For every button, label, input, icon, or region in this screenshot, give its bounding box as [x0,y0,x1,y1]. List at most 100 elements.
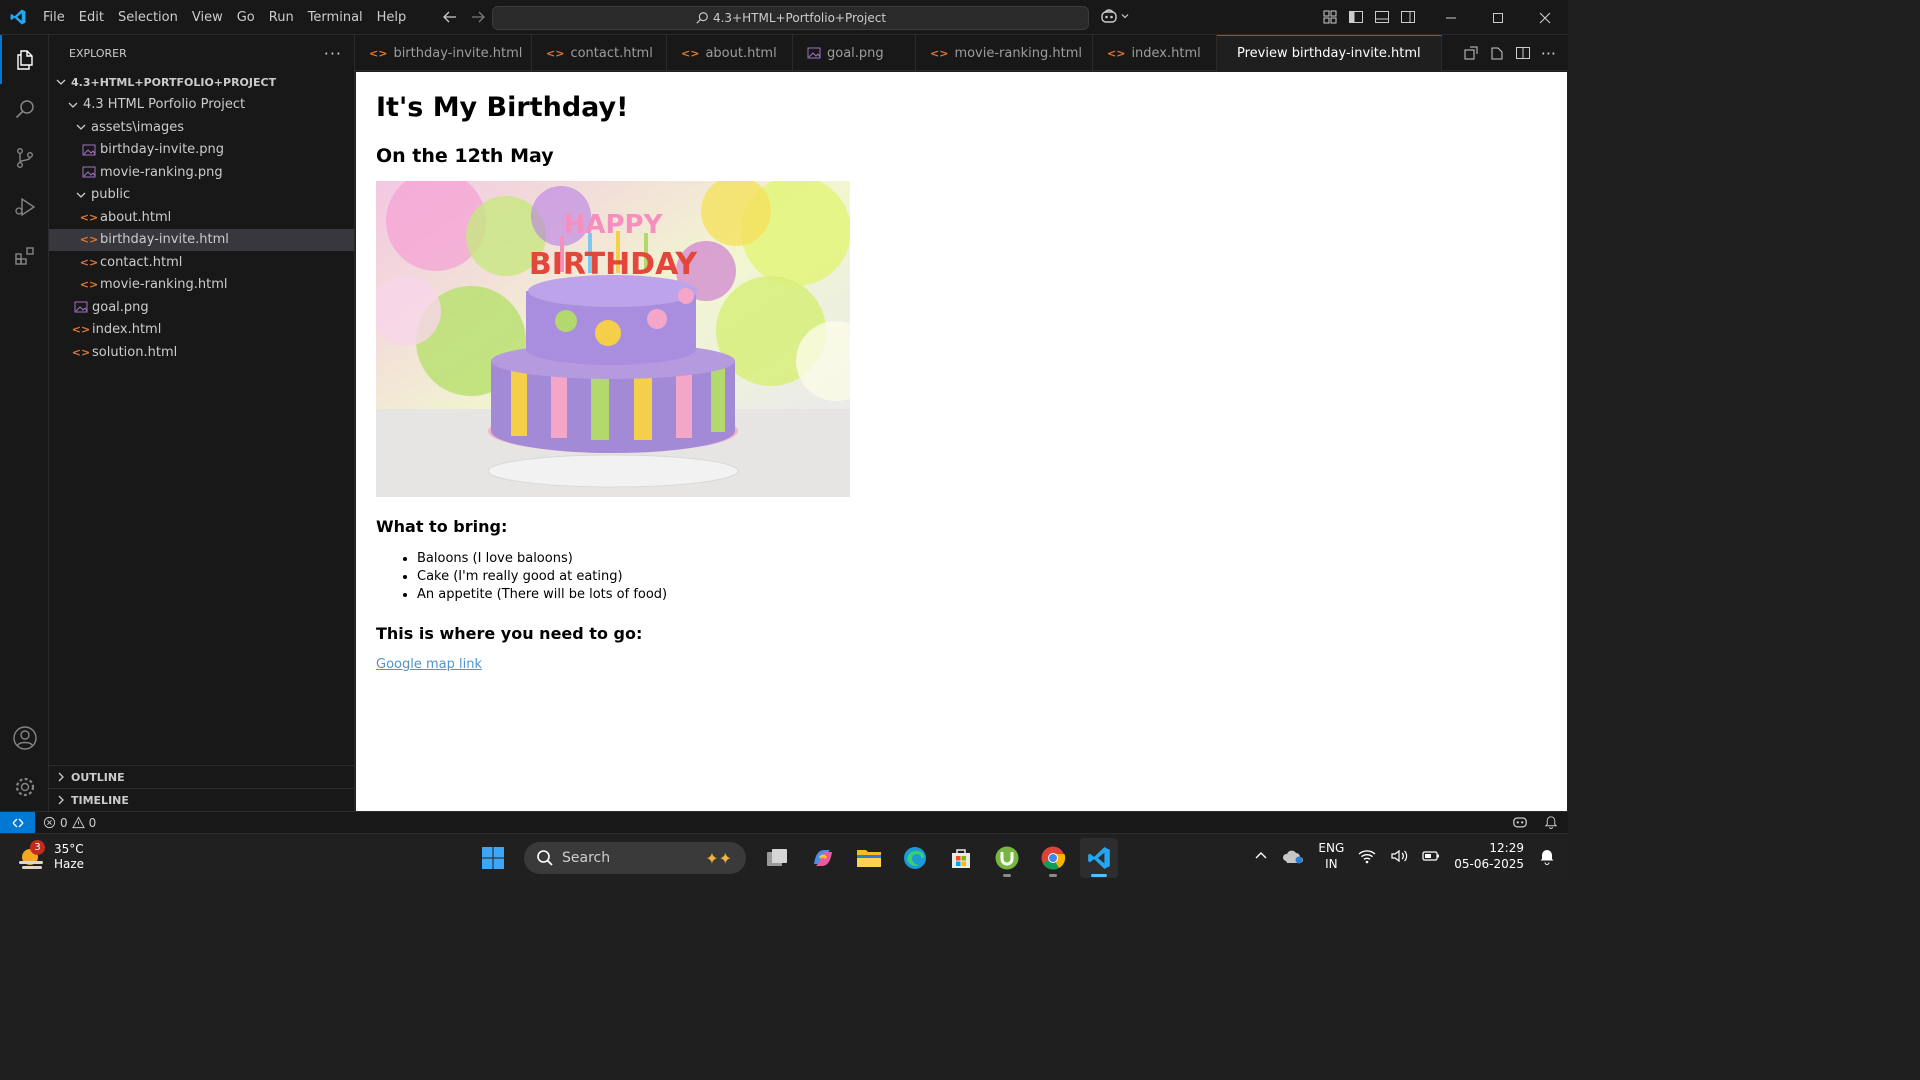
tree-file-about-html[interactable]: <> about.html [49,206,354,229]
remote-indicator[interactable] [0,811,35,834]
error-icon [43,816,56,829]
chrome-app[interactable] [1034,838,1072,878]
html-file-icon: <> [369,46,388,60]
run-debug-activity[interactable] [0,182,49,231]
maximize-icon[interactable] [1474,0,1521,35]
google-map-link[interactable]: Google map link [376,657,482,672]
menu-selection[interactable]: Selection [111,0,185,35]
forward-arrow-icon[interactable] [469,8,487,26]
utorrent-app[interactable] [988,838,1026,878]
copilot-app[interactable] [804,838,842,878]
task-view-button[interactable] [758,838,796,878]
menu-terminal[interactable]: Terminal [301,0,370,35]
start-button[interactable] [474,838,512,878]
tree-label: goal.png [92,299,149,315]
warning-count: 0 [88,815,97,830]
customize-layout-icon[interactable] [1322,9,1338,25]
search-icon [15,99,34,118]
menu-edit[interactable]: Edit [72,0,111,35]
wifi-icon[interactable] [1358,848,1376,864]
tree-folder-project[interactable]: 4.3 HTML Porfolio Project [49,94,354,117]
notifications-bell-icon[interactable] [1544,814,1558,829]
tree-root-folder[interactable]: 4.3+HTML+PORTFOLIO+PROJECT [49,71,354,94]
run-debug-icon [14,197,35,216]
copilot-button[interactable] [1100,8,1130,24]
search-activity[interactable] [0,84,49,133]
input-language[interactable]: ENG IN [1318,840,1344,872]
list-item: Baloons (I love baloons) [417,550,1547,568]
copilot-icon[interactable] [1512,814,1528,829]
edge-app[interactable] [896,838,934,878]
tree-file-birthday-invite-png[interactable]: birthday-invite.png [49,139,354,162]
close-window-icon[interactable] [1521,0,1568,35]
tree-file-goal-png[interactable]: goal.png [49,296,354,319]
store-icon [952,849,970,868]
clock[interactable]: 12:29 05-06-2025 [1454,840,1524,872]
menu-go[interactable]: Go [230,0,262,35]
timeline-section[interactable]: TIMELINE [49,788,355,811]
notification-bell-icon[interactable] [1538,847,1556,865]
source-control-activity[interactable] [0,133,49,182]
tab-contact-html[interactable]: <> contact.html [532,35,667,71]
tab-label: movie-ranking.html [954,45,1082,61]
menu-view[interactable]: View [185,0,230,35]
tab-about-html[interactable]: <> about.html [667,35,793,71]
open-preview-icon[interactable] [1489,45,1505,61]
battery-icon[interactable] [1422,849,1440,863]
windows-taskbar: 3 35°C Haze Search ✦✦ ENG IN 12:29 05-06… [0,833,1568,882]
store-app[interactable] [942,838,980,878]
status-bar: 0 0 [0,811,1568,834]
menu-run[interactable]: Run [262,0,301,35]
tree-file-movie-ranking-html[interactable]: <> movie-ranking.html [49,274,354,297]
vscode-app[interactable] [1080,838,1118,878]
show-hidden-icons-icon[interactable] [1254,849,1268,863]
tree-label: birthday-invite.png [100,142,225,158]
menu-help[interactable]: Help [370,0,414,35]
back-arrow-icon[interactable] [441,8,459,26]
volume-icon[interactable] [1390,848,1408,864]
menu-file[interactable]: File [36,0,72,35]
running-indicator [1003,874,1011,877]
toggle-primary-sidebar-icon[interactable] [1348,9,1364,25]
tab-birthday-invite-html[interactable]: <> birthday-invite.html [355,35,532,71]
html-file-icon: <> [546,46,565,60]
accounts-activity[interactable] [0,713,49,762]
weather-badge: 3 [30,840,45,855]
copilot-icon [1101,9,1117,23]
chevron-down-icon [1121,14,1129,19]
weather-widget[interactable]: 3 35°C Haze [16,840,84,874]
minimize-icon[interactable] [1427,0,1474,35]
split-editor-icon[interactable] [1515,45,1531,61]
extensions-activity[interactable] [0,231,49,280]
toggle-panel-icon[interactable] [1374,9,1390,25]
image-file-icon [73,299,89,315]
problems-indicator[interactable]: 0 0 [43,816,96,830]
manage-activity[interactable] [0,762,49,811]
tab-index-html[interactable]: <> index.html [1093,35,1217,71]
tab-preview-birthday-invite[interactable]: Preview birthday-invite.html [1217,35,1442,71]
outline-section[interactable]: OUTLINE [49,765,355,788]
explorer-activity[interactable] [0,35,49,84]
running-indicator [1049,874,1057,877]
tree-folder-public[interactable]: public [49,184,354,207]
vscode-logo-icon [0,0,36,35]
tree-file-solution-html[interactable]: <> solution.html [49,341,354,364]
tree-file-index-html[interactable]: <> index.html [49,319,354,342]
tree-file-movie-ranking-png[interactable]: movie-ranking.png [49,161,354,184]
bring-list: Baloons (I love baloons) Cake (I'm reall… [417,550,1547,604]
onedrive-icon[interactable] [1282,848,1304,864]
tree-file-contact-html[interactable]: <> contact.html [49,251,354,274]
toggle-secondary-sidebar-icon[interactable] [1400,9,1416,25]
tree-file-birthday-invite-html[interactable]: <> birthday-invite.html [49,228,354,251]
open-source-icon[interactable] [1463,45,1479,61]
cake-topper-birthday: BIRTHDAY [529,247,699,282]
more-actions-icon[interactable]: ··· [324,44,342,63]
command-center-search[interactable]: 4.3+HTML+Portfolio+Project [492,6,1089,30]
taskbar-search[interactable]: Search ✦✦ [524,842,746,874]
image-file-icon [807,47,821,59]
more-actions-icon[interactable]: ··· [1541,44,1556,63]
file-explorer-app[interactable] [850,838,888,878]
tab-movie-ranking-html[interactable]: <> movie-ranking.html [916,35,1093,71]
tab-goal-png[interactable]: goal.png [793,35,916,71]
tree-folder-assets[interactable]: assets\images [49,116,354,139]
